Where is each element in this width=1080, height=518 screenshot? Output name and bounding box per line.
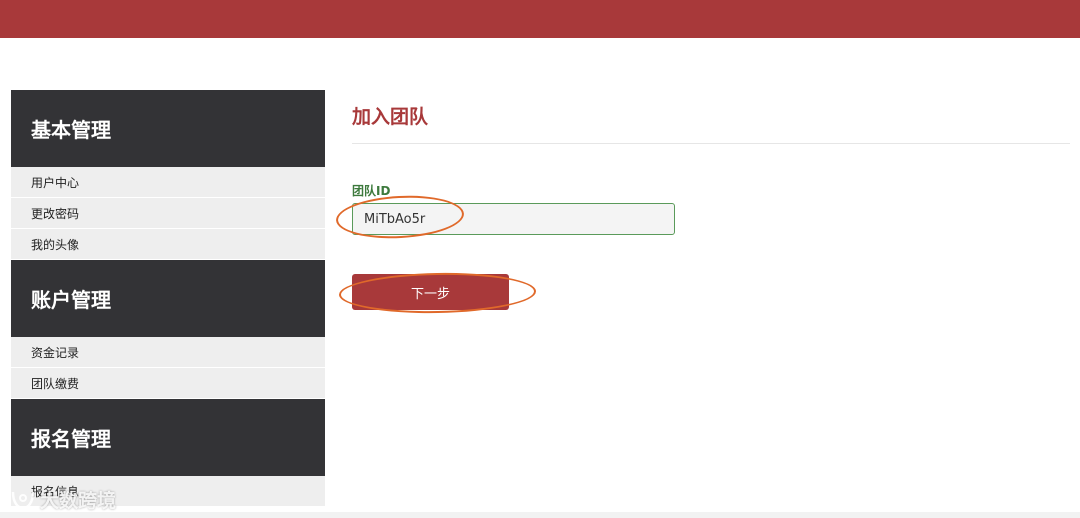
title-divider	[352, 143, 1070, 144]
main-content: 加入团队 团队ID 下一步	[352, 104, 1070, 310]
sidebar-item-change-password[interactable]: 更改密码	[11, 198, 325, 229]
watermark-logo-icon	[10, 489, 36, 511]
sidebar-section-basic-management: 基本管理	[11, 90, 325, 167]
watermark-text: 大数跨境	[40, 490, 117, 512]
top-header-bar	[0, 0, 1080, 38]
sidebar-section-account-management: 账户管理	[11, 260, 325, 337]
sidebar-item-fund-records[interactable]: 资金记录	[11, 337, 325, 368]
next-step-button[interactable]: 下一步	[352, 274, 509, 310]
sidebar-item-team-payment[interactable]: 团队缴费	[11, 368, 325, 399]
page-title: 加入团队	[352, 106, 429, 128]
sidebar-item-user-center[interactable]: 用户中心	[11, 167, 325, 198]
watermark: 大数跨境	[10, 486, 116, 513]
team-id-input[interactable]	[352, 203, 675, 235]
sidebar-item-my-avatar[interactable]: 我的头像	[11, 229, 325, 260]
sidebar: 基本管理 用户中心 更改密码 我的头像 账户管理 资金记录 团队缴费 报名管理 …	[11, 90, 325, 507]
bottom-edge	[0, 512, 1080, 518]
sidebar-section-registration-management: 报名管理	[11, 399, 325, 476]
team-id-label: 团队ID	[352, 184, 391, 198]
